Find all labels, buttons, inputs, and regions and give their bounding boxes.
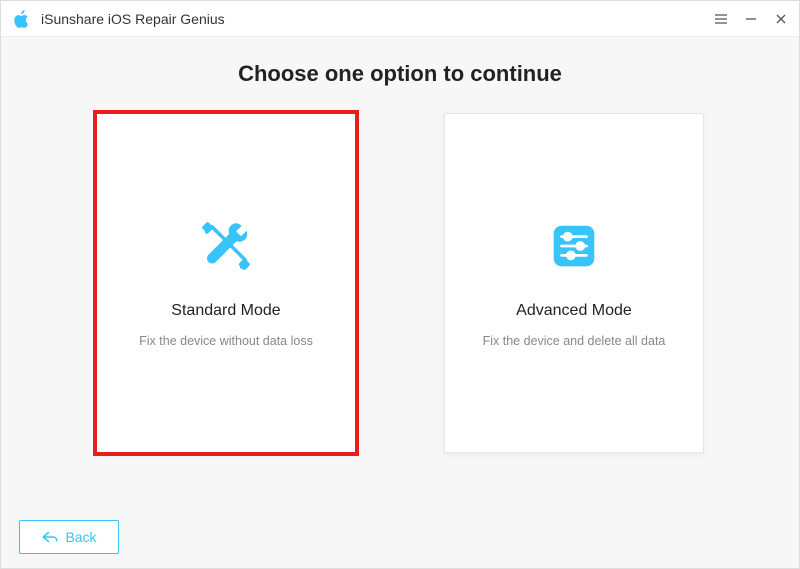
tools-icon: [198, 218, 254, 274]
minimize-icon[interactable]: [743, 11, 759, 27]
advanced-mode-card[interactable]: Advanced Mode Fix the device and delete …: [444, 113, 704, 453]
back-button[interactable]: Back: [19, 520, 119, 554]
app-title: iSunshare iOS Repair Genius: [41, 11, 713, 27]
app-logo-icon: [11, 8, 33, 30]
advanced-mode-title: Advanced Mode: [516, 302, 632, 320]
app-window: iSunshare iOS Repair Genius Choose one o…: [0, 0, 800, 569]
sliders-icon: [546, 218, 602, 274]
titlebar: iSunshare iOS Repair Genius: [1, 1, 799, 37]
advanced-mode-desc: Fix the device and delete all data: [467, 334, 682, 348]
back-button-label: Back: [65, 529, 96, 545]
back-arrow-icon: [41, 530, 59, 544]
mode-cards: Standard Mode Fix the device without dat…: [1, 113, 799, 453]
standard-mode-title: Standard Mode: [171, 302, 280, 320]
menu-icon[interactable]: [713, 11, 729, 27]
standard-mode-card[interactable]: Standard Mode Fix the device without dat…: [96, 113, 356, 453]
content-area: Choose one option to continue: [1, 37, 799, 568]
standard-mode-desc: Fix the device without data loss: [123, 334, 329, 348]
window-controls: [713, 11, 789, 27]
close-icon[interactable]: [773, 11, 789, 27]
page-heading: Choose one option to continue: [1, 61, 799, 87]
